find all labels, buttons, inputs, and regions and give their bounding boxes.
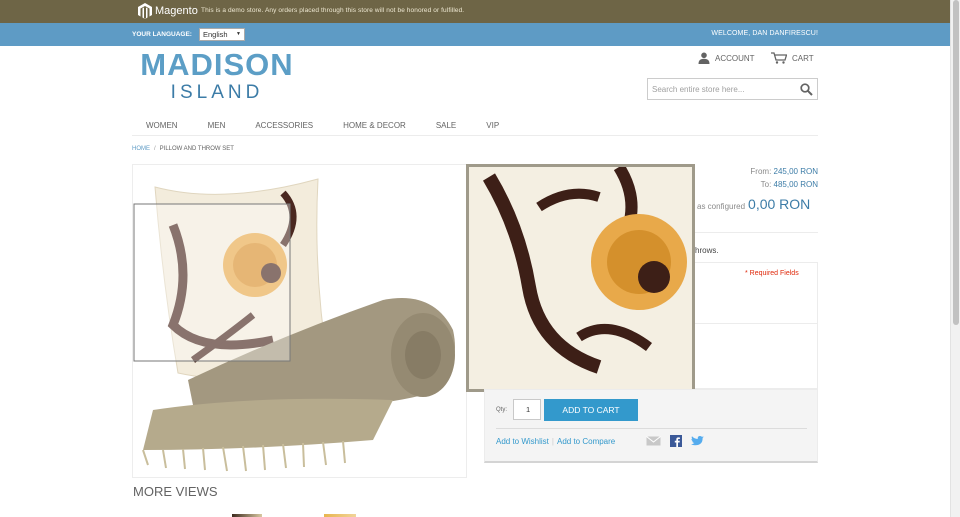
add-to-cart-panel: Qty: 1 ADD TO CART Add to Wishlist | Add t… <box>484 389 818 463</box>
more-views-heading: MORE VIEWS <box>133 484 218 499</box>
add-to-wishlist-link[interactable]: Add to Wishlist <box>496 437 549 446</box>
breadcrumb-home[interactable]: HOME <box>132 146 150 152</box>
language-select[interactable]: English ▼ <box>199 28 245 41</box>
breadcrumb-current: PILLOW AND THROW SET <box>159 146 234 152</box>
facebook-icon[interactable] <box>670 435 682 447</box>
cart-label: CART <box>792 53 814 63</box>
magento-logo: Magento <box>138 3 198 19</box>
price-to-value: 485,00 RON <box>773 180 818 189</box>
breadcrumb: HOME / PILLOW AND THROW SET <box>132 146 234 152</box>
cart-icon <box>771 52 787 64</box>
account-label: ACCOUNT <box>715 53 755 63</box>
nav-item-home-decor[interactable]: HOME & DECOR <box>328 118 421 135</box>
twitter-icon[interactable] <box>691 435 704 447</box>
divider <box>496 428 807 429</box>
chevron-down-icon: ▼ <box>236 31 241 37</box>
search-input[interactable]: Search entire store here... <box>647 78 818 100</box>
price-range: From: 245,00 RON To: 485,00 RON <box>750 165 818 191</box>
breadcrumb-separator: / <box>154 146 156 152</box>
nav-item-vip[interactable]: VIP <box>471 118 514 135</box>
account-link[interactable]: ACCOUNT <box>698 52 755 64</box>
nav-item-accessories[interactable]: ACCESSORIES <box>240 118 328 135</box>
pillow-and-throw-image <box>133 178 455 472</box>
main-navigation: WOMEN MEN ACCESSORIES HOME & DECOR SALE … <box>132 118 818 136</box>
qty-label: Qty: <box>496 407 508 413</box>
price-from-label: From: <box>750 167 772 176</box>
scrollbar-thumb[interactable] <box>953 0 959 325</box>
demo-notice-message: This is a demo store. Any orders placed … <box>201 7 465 14</box>
pillow-zoom-image <box>469 167 692 389</box>
store-logo-line1: MADISON <box>140 47 294 82</box>
product-main-image[interactable] <box>132 164 467 478</box>
price-to-label: To: <box>760 180 772 189</box>
demo-notice-bar: Magento This is a demo store. Any orders… <box>0 0 950 23</box>
store-logo[interactable]: MADISON ISLAND <box>137 49 297 105</box>
configured-price-value: 0,00 RON <box>748 196 811 212</box>
cart-link[interactable]: CART <box>771 52 814 64</box>
nav-item-sale[interactable]: SALE <box>421 118 471 135</box>
qty-input[interactable]: 1 <box>513 399 541 420</box>
nav-item-men[interactable]: MEN <box>193 118 241 135</box>
product-zoom-window <box>466 164 695 392</box>
link-separator: | <box>551 437 554 446</box>
add-to-compare-link[interactable]: Add to Compare <box>557 437 615 446</box>
product-links: Add to Wishlist | Add to Compare <box>496 437 615 446</box>
search-icon[interactable] <box>800 83 813 96</box>
language-select-value: English <box>203 30 228 39</box>
configured-price: as configured 0,00 RON <box>697 196 810 212</box>
configured-price-label: as configured <box>697 202 746 211</box>
person-icon <box>698 52 710 64</box>
share-links <box>646 435 713 447</box>
page-scrollbar[interactable] <box>950 0 960 517</box>
divider <box>695 232 818 233</box>
add-to-cart-button[interactable]: ADD TO CART <box>544 399 638 421</box>
magento-wordmark: Magento <box>155 5 198 17</box>
nav-item-women[interactable]: WOMEN <box>132 118 193 135</box>
search-placeholder: Search entire store here... <box>652 85 745 94</box>
email-icon[interactable] <box>646 436 661 446</box>
required-fields-note: * Required Fields <box>745 270 799 277</box>
magento-logo-icon <box>138 3 152 19</box>
divider <box>695 323 818 324</box>
header-language-bar: YOUR LANGUAGE: English ▼ WELCOME, DAN DA… <box>0 23 950 46</box>
product-short-description: hrows. <box>695 246 719 255</box>
language-label: YOUR LANGUAGE: <box>132 31 192 38</box>
price-from-value: 245,00 RON <box>773 167 818 176</box>
welcome-message: WELCOME, DAN DANFIRESCU! <box>711 30 818 37</box>
store-logo-line2: ISLAND <box>170 82 264 103</box>
product-options-box <box>695 262 818 389</box>
